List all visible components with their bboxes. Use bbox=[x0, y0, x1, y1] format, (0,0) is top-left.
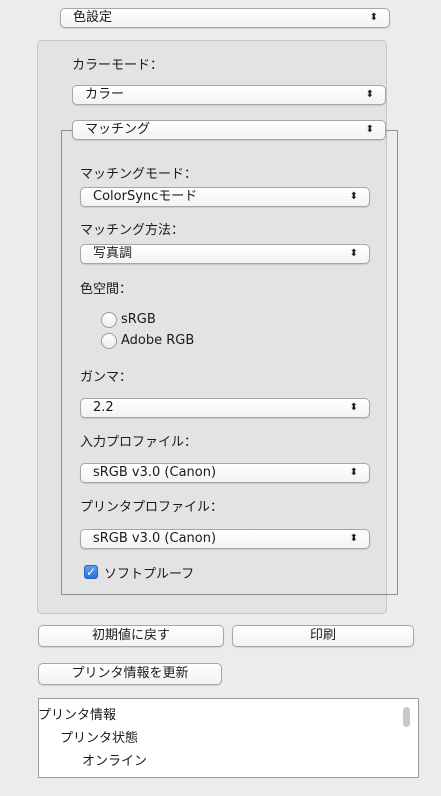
color-mode-label: カラーモード： bbox=[72, 58, 164, 73]
printer-profile-label: プリンタプロファイル： bbox=[80, 500, 224, 515]
matching-method-popup-value: 写真調 bbox=[93, 246, 133, 261]
radio-adobe-rgb[interactable] bbox=[101, 333, 117, 349]
list-item[interactable]: オンライン bbox=[82, 750, 147, 769]
updown-arrows-icon: ⬍ bbox=[349, 191, 358, 202]
matching-method-label: マッチング方法： bbox=[80, 223, 185, 238]
updown-arrows-icon: ⬍ bbox=[349, 467, 358, 478]
update-printer-info-button[interactable]: プリンタ情報を更新 bbox=[38, 663, 222, 685]
printer-profile-popup-value: sRGB v3.0 (Canon) bbox=[93, 531, 217, 546]
checkmark-icon: ✓ bbox=[85, 565, 97, 579]
list-item[interactable]: プリンタ情報 bbox=[39, 704, 116, 723]
updown-arrows-icon: ⬍ bbox=[349, 533, 358, 544]
soft-proof-label: ソフトプルーフ bbox=[104, 567, 195, 582]
color-mode-popup[interactable]: カラー ⬍ bbox=[72, 85, 386, 105]
reset-defaults-button[interactable]: 初期値に戻す bbox=[38, 625, 224, 647]
updown-arrows-icon: ⬍ bbox=[365, 124, 374, 135]
gamma-popup[interactable]: 2.2 ⬍ bbox=[80, 398, 370, 418]
gamma-label: ガンマ： bbox=[80, 370, 133, 385]
updown-arrows-icon: ⬍ bbox=[349, 402, 358, 413]
matching-mode-label: マッチングモード： bbox=[80, 167, 198, 182]
radio-srgb-label: sRGB bbox=[121, 312, 156, 327]
color-mode-popup-value: カラー bbox=[85, 87, 125, 102]
matching-mode-popup-value: ColorSyncモード bbox=[93, 189, 198, 204]
color-settings-popup[interactable]: 色設定 ⬍ bbox=[60, 8, 390, 28]
matching-mode-popup[interactable]: ColorSyncモード ⬍ bbox=[80, 187, 370, 207]
print-button[interactable]: 印刷 bbox=[232, 625, 414, 647]
soft-proof-checkbox[interactable]: ✓ bbox=[84, 565, 98, 579]
matching-method-popup[interactable]: 写真調 ⬍ bbox=[80, 244, 370, 264]
color-settings-popup-value: 色設定 bbox=[73, 10, 113, 25]
scrollbar[interactable] bbox=[403, 707, 410, 727]
color-space-label: 色空間： bbox=[80, 282, 133, 297]
input-profile-popup-value: sRGB v3.0 (Canon) bbox=[93, 465, 217, 480]
updown-arrows-icon: ⬍ bbox=[365, 89, 374, 100]
matching-popup-value: マッチング bbox=[85, 122, 151, 137]
printer-info-list[interactable]: プリンタ情報 プリンタ状態 オンライン bbox=[38, 698, 419, 778]
updown-arrows-icon: ⬍ bbox=[369, 12, 378, 23]
matching-popup[interactable]: マッチング ⬍ bbox=[72, 120, 386, 140]
input-profile-label: 入力プロファイル： bbox=[80, 435, 198, 450]
input-profile-popup[interactable]: sRGB v3.0 (Canon) ⬍ bbox=[80, 463, 370, 483]
radio-srgb[interactable] bbox=[101, 312, 117, 328]
list-item[interactable]: プリンタ状態 bbox=[60, 727, 138, 746]
gamma-popup-value: 2.2 bbox=[93, 400, 114, 415]
radio-adobe-rgb-label: Adobe RGB bbox=[121, 333, 195, 348]
updown-arrows-icon: ⬍ bbox=[349, 248, 358, 259]
printer-profile-popup[interactable]: sRGB v3.0 (Canon) ⬍ bbox=[80, 529, 370, 549]
